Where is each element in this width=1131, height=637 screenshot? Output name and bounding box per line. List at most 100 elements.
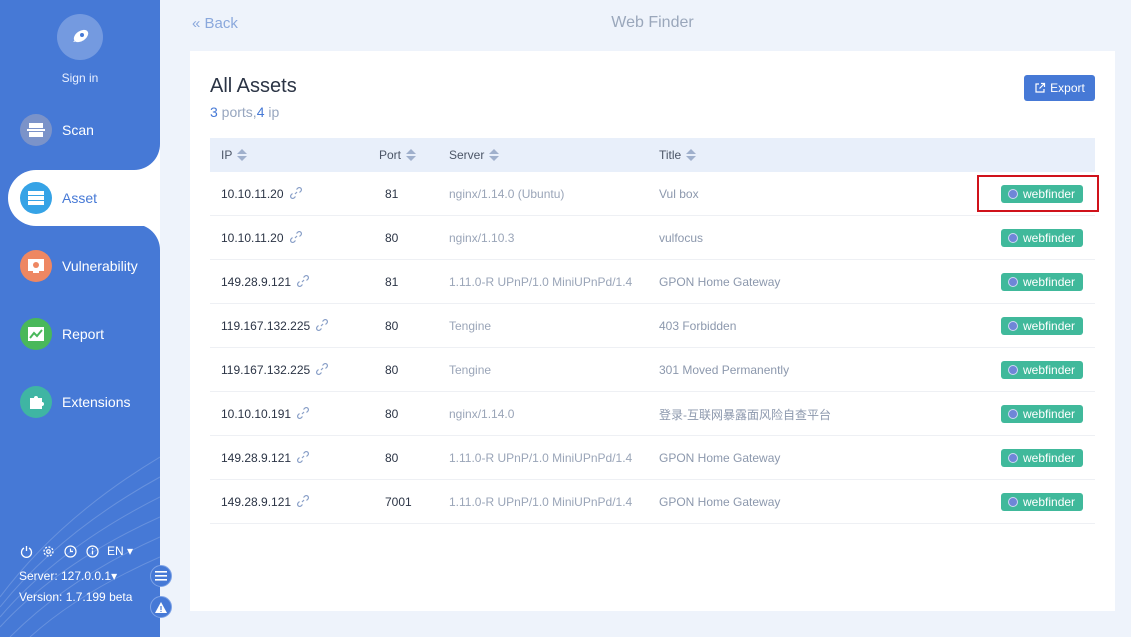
server-value: 1.11.0-R UPnP/1.0 MiniUPnPd/1.4 bbox=[449, 451, 633, 465]
link-icon[interactable] bbox=[316, 362, 329, 378]
back-button[interactable]: « Back bbox=[192, 15, 238, 32]
ip-value: 119.167.132.225 bbox=[221, 319, 311, 333]
table-row[interactable]: 119.167.132.225 80 Tengine 301 Moved Perman… bbox=[210, 348, 1095, 392]
ip-cell: 10.10.10.191 bbox=[221, 392, 310, 436]
link-icon[interactable] bbox=[297, 494, 310, 510]
nav-item-scan[interactable]: Scan bbox=[0, 102, 160, 158]
column-server[interactable]: Server bbox=[449, 138, 500, 172]
nav-item-vulnerability[interactable]: Vulnerability bbox=[0, 238, 160, 294]
sidebar: Sign in Scan Asset Vulnerability Report … bbox=[0, 0, 160, 637]
title-cell: vulfocus bbox=[659, 231, 704, 245]
ip-cell: 119.167.132.225 bbox=[221, 304, 329, 348]
power-icon[interactable] bbox=[19, 544, 33, 558]
ip-cell: 10.10.11.20 bbox=[221, 216, 302, 260]
avatar[interactable] bbox=[57, 14, 103, 60]
link-icon[interactable] bbox=[316, 318, 329, 334]
title-cell: 301 Moved Permanently bbox=[659, 363, 790, 377]
sign-in-link[interactable]: Sign in bbox=[0, 71, 160, 85]
tag-label: webfinder bbox=[1023, 407, 1076, 421]
nav-label-report: Report bbox=[62, 326, 105, 342]
table-row[interactable]: 10.10.11.20 81 nginx/1.14.0 (Ubuntu) Vul bo… bbox=[210, 172, 1095, 216]
language-select[interactable]: EN ▾ bbox=[107, 544, 133, 558]
webfinder-tag[interactable]: webfinder bbox=[1001, 317, 1084, 335]
server-select[interactable]: Server: 127.0.0.1▾ bbox=[19, 569, 117, 583]
menu-toggle-button[interactable] bbox=[150, 565, 172, 587]
globe-icon bbox=[1008, 365, 1018, 375]
ports-text: ports, bbox=[217, 104, 257, 120]
table-row[interactable]: 149.28.9.121 80 1.11.0-R UPnP/1.0 MiniUPnP… bbox=[210, 436, 1095, 480]
webfinder-tag[interactable]: webfinder bbox=[1001, 493, 1084, 511]
column-label: Port bbox=[379, 148, 402, 162]
puzzle-icon bbox=[20, 386, 52, 418]
assets-card: All Assets 3 ports,4 ip Export IP Port S… bbox=[190, 51, 1115, 611]
menu-icon bbox=[155, 571, 167, 581]
nav-label-extensions: Extensions bbox=[62, 394, 131, 410]
server-value: nginx/1.14.0 bbox=[449, 407, 515, 421]
gear-icon[interactable] bbox=[41, 544, 55, 558]
globe-icon bbox=[1008, 409, 1018, 419]
link-icon[interactable] bbox=[297, 450, 310, 466]
globe-icon bbox=[1008, 277, 1018, 287]
ip-value: 10.10.11.20 bbox=[221, 231, 284, 245]
column-label: Title bbox=[659, 148, 682, 162]
language-label: EN bbox=[107, 544, 124, 558]
port-cell: 7001 bbox=[385, 495, 412, 509]
table-row[interactable]: 10.10.10.191 80 nginx/1.14.0 登录-互联网暴露面风险自查平… bbox=[210, 392, 1095, 436]
title-cell: 403 Forbidden bbox=[659, 319, 737, 333]
tag-label: webfinder bbox=[1023, 275, 1076, 289]
tag-label: webfinder bbox=[1023, 319, 1076, 333]
ip-value: 149.28.9.121 bbox=[221, 275, 292, 289]
warning-icon bbox=[155, 601, 167, 613]
column-port[interactable]: Port bbox=[379, 138, 417, 172]
link-icon[interactable] bbox=[297, 406, 310, 422]
server-cell: 1.11.0-R UPnP/1.0 MiniUPnPd/1.4 bbox=[449, 436, 634, 480]
table-row[interactable]: 149.28.9.121 81 1.11.0-R UPnP/1.0 MiniUPnP… bbox=[210, 260, 1095, 304]
globe-icon bbox=[1008, 233, 1018, 243]
nav-item-extensions[interactable]: Extensions bbox=[0, 374, 160, 430]
chevron-down-icon: ▾ bbox=[127, 544, 134, 558]
nav-label-asset: Asset bbox=[62, 190, 98, 206]
webfinder-tag[interactable]: webfinder bbox=[1001, 361, 1084, 379]
server-value: nginx/1.10.3 bbox=[449, 231, 515, 245]
port-cell: 80 bbox=[385, 407, 399, 421]
ip-cell: 149.28.9.121 bbox=[221, 260, 310, 304]
link-icon[interactable] bbox=[289, 186, 302, 202]
ip-value: 119.167.132.225 bbox=[221, 363, 311, 377]
info-icon[interactable] bbox=[85, 544, 99, 558]
page-title: Web Finder bbox=[611, 14, 694, 31]
server-value: Tengine bbox=[449, 319, 492, 333]
warning-button[interactable] bbox=[150, 596, 172, 618]
globe-icon bbox=[1008, 497, 1018, 507]
export-button[interactable]: Export bbox=[1024, 75, 1095, 101]
rocket-icon bbox=[73, 29, 89, 43]
clock-icon[interactable] bbox=[63, 544, 77, 558]
column-label: Server bbox=[449, 148, 485, 162]
ip-count: 4 bbox=[256, 104, 265, 120]
webfinder-tag[interactable]: webfinder bbox=[1001, 273, 1084, 291]
column-title[interactable]: Title bbox=[659, 138, 697, 172]
ip-cell: 149.28.9.121 bbox=[221, 480, 310, 524]
version-label: Version: 1.7.199 beta bbox=[19, 590, 133, 604]
nav-item-asset[interactable]: Asset bbox=[8, 170, 160, 226]
ports-count: 3 bbox=[210, 104, 218, 120]
sort-icon bbox=[489, 149, 500, 161]
title-cell: Vul box bbox=[659, 187, 699, 201]
port-cell: 80 bbox=[385, 231, 399, 245]
webfinder-tag[interactable]: webfinder bbox=[1001, 229, 1084, 247]
table-row[interactable]: 119.167.132.225 80 Tengine 403 Forbidden web… bbox=[210, 304, 1095, 348]
link-icon[interactable] bbox=[297, 274, 310, 290]
column-ip[interactable]: IP bbox=[221, 138, 248, 172]
port-cell: 80 bbox=[385, 319, 399, 333]
ip-value: 149.28.9.121 bbox=[221, 451, 292, 465]
link-icon[interactable] bbox=[289, 230, 302, 246]
card-title: All Assets bbox=[210, 75, 297, 97]
nav-item-report[interactable]: Report bbox=[0, 306, 160, 362]
ip-cell: 10.10.11.20 bbox=[221, 172, 302, 216]
title-cell: GPON Home Gateway bbox=[659, 495, 781, 509]
ip-value: 10.10.10.191 bbox=[221, 407, 292, 421]
tag-label: webfinder bbox=[1023, 451, 1076, 465]
table-row[interactable]: 149.28.9.121 7001 1.11.0-R UPnP/1.0 MiniUP… bbox=[210, 480, 1095, 524]
table-row[interactable]: 10.10.11.20 80 nginx/1.10.3 vulfocus webfind… bbox=[210, 216, 1095, 260]
webfinder-tag[interactable]: webfinder bbox=[1001, 405, 1084, 423]
webfinder-tag[interactable]: webfinder bbox=[1001, 449, 1084, 467]
